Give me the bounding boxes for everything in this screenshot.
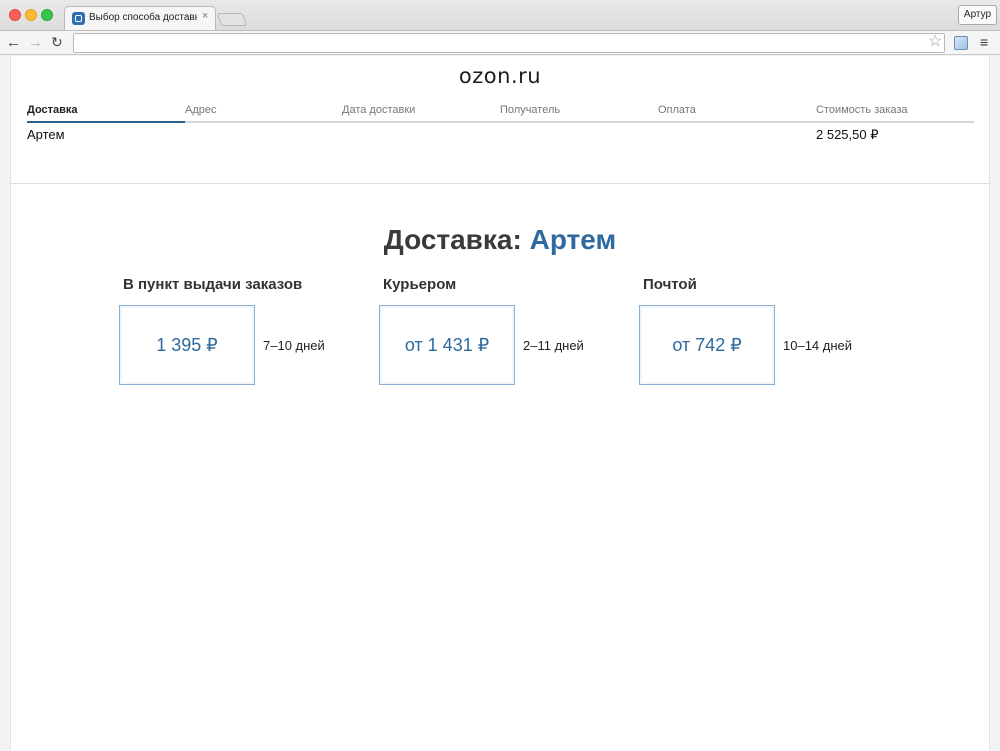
back-arrow-icon[interactable]: ← (6, 34, 21, 51)
site-logo[interactable]: ozon.ru (11, 64, 989, 88)
step-delivery-date: Дата доставки (342, 104, 416, 116)
browser-tab-bar: Выбор способа доставки × Артур (0, 0, 1000, 30)
step-address: Адрес (185, 104, 217, 116)
steps-progress-bar (27, 121, 185, 123)
option-title: Курьером (383, 276, 457, 293)
summary-order-total: 2 525,50 ₽ (816, 127, 879, 142)
delivery-option-courier: Курьером от 1 431 ₽ 2–11 дней (379, 274, 619, 389)
courier-price-button[interactable]: от 1 431 ₽ (379, 305, 515, 385)
post-price-button[interactable]: от 742 ₽ (639, 305, 775, 385)
browser-menu-icon[interactable]: ≡ (980, 34, 988, 51)
checkout-header: ozon.ru Доставка Адрес Дата доставки Пол… (11, 56, 989, 184)
forward-arrow-icon[interactable]: → (28, 34, 43, 51)
option-title: В пункт выдачи заказов (123, 276, 303, 293)
page-title-prefix: Доставка: (383, 224, 522, 255)
address-bar[interactable] (73, 33, 945, 53)
ozon-favicon-icon (72, 12, 85, 25)
minimize-window-button[interactable] (25, 9, 37, 21)
step-payment: Оплата (658, 104, 696, 116)
pickup-price-button[interactable]: 1 395 ₽ (119, 305, 255, 385)
tab-close-icon[interactable]: × (202, 10, 208, 22)
profile-button[interactable]: Артур (958, 5, 997, 25)
browser-tab[interactable]: Выбор способа доставки × (64, 6, 216, 30)
extension-icon[interactable] (954, 36, 968, 50)
reload-icon[interactable]: ↻ (51, 34, 63, 51)
maximize-window-button[interactable] (41, 9, 53, 21)
step-recipient: Получатель (500, 104, 561, 116)
summary-delivery-name: Артем (27, 127, 65, 142)
page-title-name: Артем (529, 224, 617, 255)
option-days: 10–14 дней (783, 338, 853, 353)
option-days: 2–11 дней (523, 338, 584, 353)
bookmark-star-icon[interactable]: ☆ (928, 33, 942, 51)
delivery-option-pickup: В пункт выдачи заказов 1 395 ₽ 7–10 дней (119, 274, 359, 389)
browser-toolbar: ← → ↻ ☆ ≡ (0, 30, 1000, 55)
option-title: Почтой (643, 276, 697, 293)
close-window-button[interactable] (9, 9, 21, 21)
step-delivery[interactable]: Доставка (27, 104, 78, 116)
new-tab-button[interactable] (216, 13, 248, 26)
option-days: 7–10 дней (263, 338, 325, 353)
delivery-option-post: Почтой от 742 ₽ 10–14 дней (639, 274, 879, 389)
page-content: ozon.ru Доставка Адрес Дата доставки Пол… (10, 56, 990, 751)
step-order-total: Стоимость заказа (816, 104, 908, 116)
page-title: Доставка: Артем (11, 224, 989, 256)
tab-title: Выбор способа доставки (89, 12, 197, 23)
